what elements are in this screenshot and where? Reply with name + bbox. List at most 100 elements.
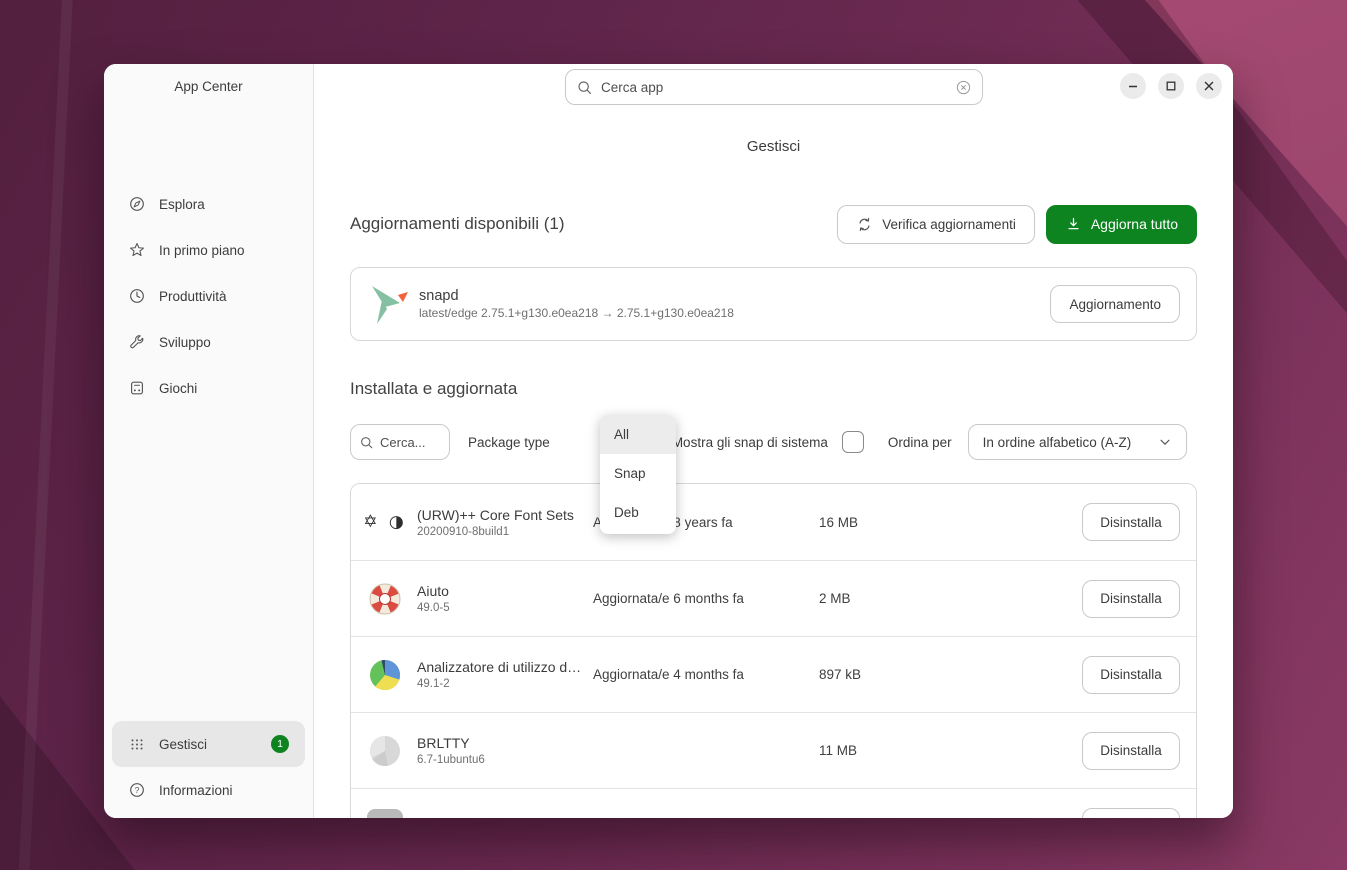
sidebar-item-informazioni[interactable]: ? Informazioni [112, 767, 305, 813]
app-center-window: App Center Esplora In primo piano [104, 64, 1233, 818]
show-system-snaps-checkbox[interactable] [842, 431, 864, 453]
sort-label: Ordina per [888, 435, 952, 450]
search-icon [359, 435, 374, 450]
sidebar: App Center Esplora In primo piano [104, 64, 314, 818]
app-size: 897 kB [819, 667, 939, 682]
main-panel: Gestisci Aggiornamenti disponibili (1) V… [314, 64, 1233, 818]
list-item-disk-usage-analyzer[interactable]: Analizzatore di utilizzo d… 49.1-2 Aggio… [351, 636, 1196, 712]
brltty-app-icon [367, 733, 403, 769]
uninstall-label: Disinstalla [1100, 743, 1162, 758]
list-item-aiuto[interactable]: Aiuto 49.0-5 Aggiornata/e 6 months fa 2 … [351, 560, 1196, 636]
uninstall-label: Disinstalla [1100, 591, 1162, 606]
update-action-button[interactable]: Aggiornamento [1050, 285, 1180, 323]
app-version: 6.7-1ubuntu6 [417, 754, 593, 766]
uninstall-button[interactable] [1082, 808, 1180, 819]
app-size: 16 MB [819, 515, 939, 530]
check-updates-label: Verifica aggiornamenti [882, 217, 1016, 232]
clock-icon [128, 287, 146, 305]
question-circle-icon: ? [128, 781, 146, 799]
app-name: (URW)++ Core Font Sets [417, 507, 593, 523]
app-name: Analizzatore di utilizzo d… [417, 659, 593, 675]
app-version: 20200910-8build1 [417, 526, 593, 538]
list-item-partial[interactable] [351, 788, 1196, 818]
partial-app-icon [367, 809, 403, 819]
show-system-snaps-label: Mostra gli snap di sistema [672, 435, 828, 450]
app-version: 49.1-2 [417, 678, 593, 690]
sidebar-item-label: Produttività [159, 289, 227, 304]
update-all-label: Aggiorna tutto [1091, 216, 1178, 232]
chevron-down-icon [1158, 435, 1172, 449]
close-button[interactable] [1196, 73, 1222, 99]
star-icon [128, 241, 146, 259]
updates-section-header: Aggiornamenti disponibili (1) Verifica a… [350, 204, 1197, 244]
update-card-snapd[interactable]: snapd latest/edge 2.75.1+g130.e0ea218 → … [350, 267, 1197, 341]
installed-section-title: Installata e aggiornata [350, 379, 1197, 399]
list-item-urw-fonts[interactable]: ✡ ◑ (URW)++ Core Font Sets 20200910-8bui… [351, 484, 1196, 560]
sidebar-item-giochi[interactable]: Giochi [112, 365, 305, 411]
installed-search-field[interactable] [350, 424, 450, 460]
sidebar-item-label: Gestisci [159, 737, 207, 752]
uninstall-button[interactable]: Disinstalla [1082, 503, 1180, 541]
app-name-column: Analizzatore di utilizzo d… 49.1-2 [417, 659, 593, 690]
sidebar-item-label: Informazioni [159, 783, 233, 798]
app-name: Aiuto [417, 583, 593, 599]
package-type-option-deb[interactable]: Deb [600, 493, 676, 532]
grid-dots-icon [128, 735, 146, 753]
update-action-label: Aggiornamento [1069, 297, 1161, 312]
app-size: 11 MB [819, 743, 939, 758]
uninstall-button[interactable]: Disinstalla [1082, 580, 1180, 618]
check-updates-button[interactable]: Verifica aggiornamenti [837, 205, 1035, 244]
app-updated: Aggiornata/e 4 months fa [593, 667, 819, 682]
app-search-input[interactable] [601, 80, 955, 95]
update-card-text: snapd latest/edge 2.75.1+g130.e0ea218 → … [419, 288, 734, 320]
snapd-app-icon [367, 282, 411, 326]
sidebar-nav: Esplora In primo piano Produttività [112, 181, 305, 411]
update-app-name: snapd [419, 288, 734, 304]
window-controls [1120, 73, 1222, 99]
sidebar-item-label: Giochi [159, 381, 197, 396]
update-count-badge: 1 [271, 735, 289, 753]
manage-page-content: Aggiornamenti disponibili (1) Verifica a… [350, 172, 1197, 818]
sidebar-item-label: Esplora [159, 197, 205, 212]
package-type-menu: All Snap Deb [600, 415, 676, 534]
installed-list: ✡ ◑ (URW)++ Core Font Sets 20200910-8bui… [350, 483, 1197, 818]
sidebar-item-esplora[interactable]: Esplora [112, 181, 305, 227]
package-type-option-snap[interactable]: Snap [600, 454, 676, 493]
app-name-column: Aiuto 49.0-5 [417, 583, 593, 614]
refresh-icon [856, 216, 873, 233]
sidebar-item-gestisci[interactable]: Gestisci 1 [112, 721, 305, 767]
maximize-button[interactable] [1158, 73, 1184, 99]
sidebar-item-produttivita[interactable]: Produttività [112, 273, 305, 319]
download-icon [1065, 216, 1082, 233]
sidebar-bottom-nav: Gestisci 1 ? Informazioni [112, 721, 305, 813]
aiuto-app-icon [367, 581, 403, 617]
installed-filter-row: Package type All Snap Deb Mostra gli sna… [350, 423, 1197, 461]
clear-search-icon[interactable] [955, 79, 972, 96]
app-search-field[interactable] [565, 69, 983, 105]
sidebar-item-sviluppo[interactable]: Sviluppo [112, 319, 305, 365]
page-title: Gestisci [314, 138, 1233, 155]
urw-fonts-app-icon: ✡ ◑ [367, 504, 403, 540]
app-title: App Center [104, 64, 313, 94]
wrench-icon [128, 333, 146, 351]
gamepad-icon [128, 379, 146, 397]
installed-search-input[interactable] [380, 435, 435, 450]
sort-select[interactable]: In ordine alfabetico (A-Z) [968, 424, 1187, 460]
minimize-button[interactable] [1120, 73, 1146, 99]
update-app-versions: latest/edge 2.75.1+g130.e0ea218 → 2.75.1… [419, 306, 734, 320]
disk-usage-app-icon [367, 657, 403, 693]
uninstall-button[interactable]: Disinstalla [1082, 656, 1180, 694]
updates-section-title: Aggiornamenti disponibili (1) [350, 214, 565, 234]
uninstall-button[interactable]: Disinstalla [1082, 732, 1180, 770]
package-type-option-all[interactable]: All [600, 415, 676, 454]
app-name-column: (URW)++ Core Font Sets 20200910-8build1 [417, 507, 593, 538]
search-icon [576, 79, 593, 96]
sidebar-item-in-primo-piano[interactable]: In primo piano [112, 227, 305, 273]
app-name: BRLTTY [417, 735, 593, 751]
app-version: 49.0-5 [417, 602, 593, 614]
app-size: 2 MB [819, 591, 939, 606]
list-item-brltty[interactable]: BRLTTY 6.7-1ubuntu6 11 MB Disinstalla [351, 712, 1196, 788]
update-all-button[interactable]: Aggiorna tutto [1046, 205, 1197, 244]
top-bar: Gestisci [314, 64, 1233, 172]
compass-icon [128, 195, 146, 213]
